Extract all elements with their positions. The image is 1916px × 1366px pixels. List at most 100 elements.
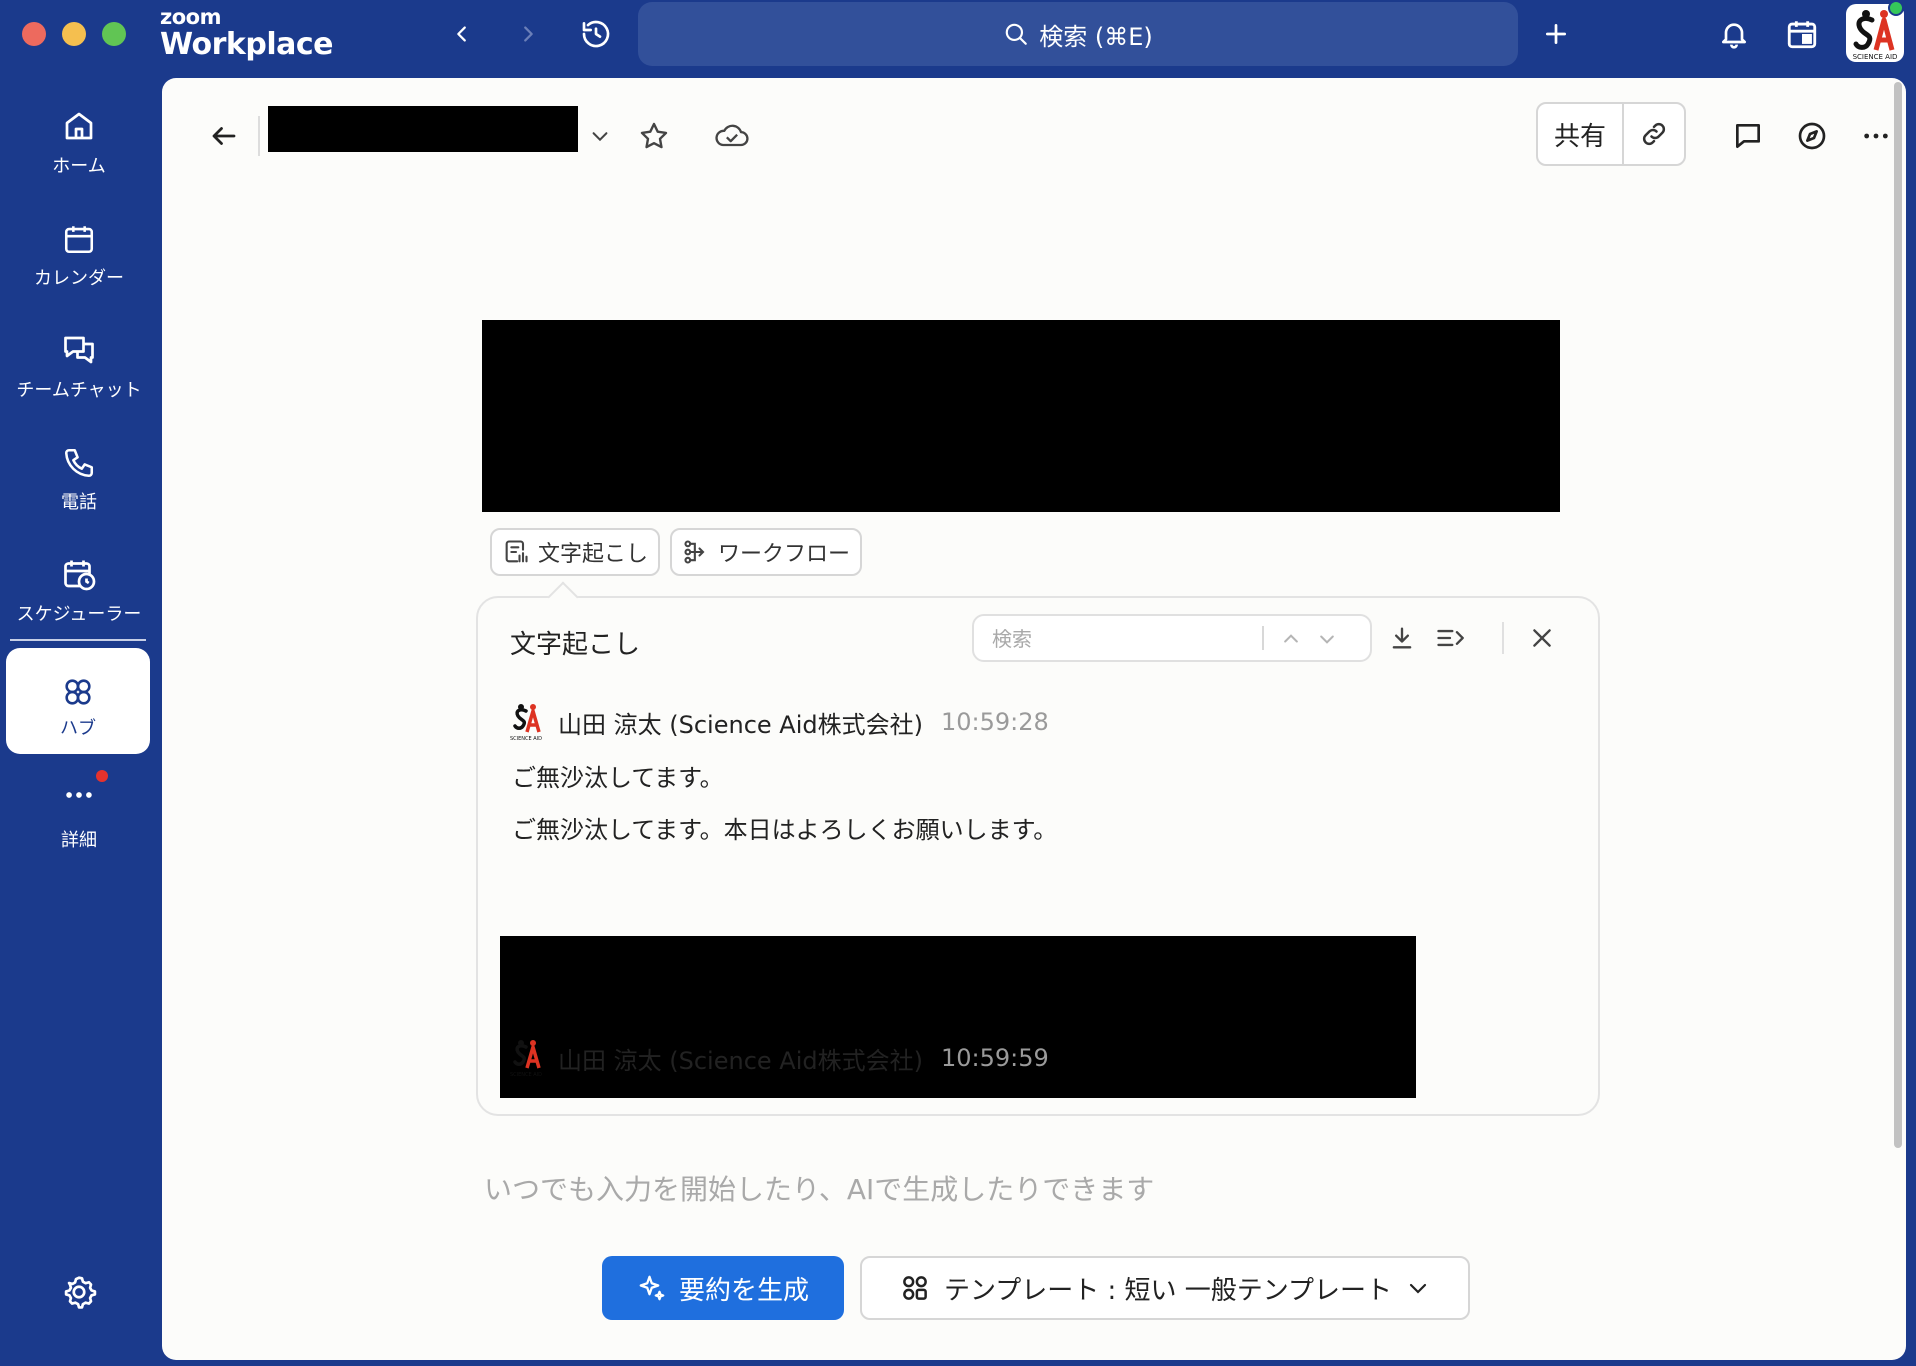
title-dropdown-button[interactable]	[582, 116, 618, 156]
chevron-down-icon	[592, 132, 608, 142]
generate-summary-button[interactable]: 要約を生成	[602, 1256, 844, 1320]
history-button[interactable]	[574, 14, 618, 54]
transcript-search-input[interactable]	[992, 624, 1252, 654]
chevron-up-icon	[1284, 634, 1298, 643]
search-icon	[1005, 23, 1028, 45]
calendar-top-button[interactable]	[1780, 12, 1824, 56]
explore-button[interactable]	[1788, 112, 1836, 160]
compass-icon	[1798, 122, 1826, 150]
speaker-name: 山田 涼太 (Science Aid株式会社)	[558, 710, 923, 739]
notifications-button[interactable]	[1712, 12, 1756, 56]
svg-text:SCIENCE AID: SCIENCE AID	[510, 1072, 542, 1078]
notes-panel: 共有 文字起こし ワークフロー 文字起こし 検索 SCIENCE AID 山田 …	[162, 78, 1906, 1360]
search-divider	[1262, 626, 1264, 650]
history-icon	[582, 20, 610, 48]
workflow-tab-label: ワークフロー	[718, 542, 851, 567]
previous-match-button[interactable]	[1274, 622, 1308, 656]
forward-nav-button[interactable]	[506, 14, 550, 54]
transcript-panel: 文字起こし SCIENCE A	[476, 596, 1600, 1116]
comment-icon	[1736, 124, 1760, 148]
more-horizontal-icon	[1864, 133, 1888, 139]
transcript-tab-label: 文字起こし	[538, 542, 649, 567]
template-select[interactable]: テンプレート : 短い 一般テンプレート	[860, 1256, 1470, 1320]
transcript-line: ご無沙汰してます。	[512, 764, 724, 792]
comments-button[interactable]	[1724, 112, 1772, 160]
close-icon	[1533, 629, 1551, 647]
notification-badge	[96, 770, 108, 782]
sidebar-item-scheduler[interactable]: スケジューラー	[0, 546, 158, 626]
speaker-avatar: SCIENCE AID	[510, 704, 542, 742]
new-button[interactable]	[1534, 12, 1578, 56]
global-search-bar[interactable]: 検索 (⌘E)	[638, 2, 1518, 66]
calendar-icon	[64, 226, 94, 254]
star-icon	[640, 122, 668, 149]
cloud-sync-status[interactable]	[708, 114, 756, 158]
more-options-button[interactable]	[1852, 112, 1900, 160]
chat-icon	[64, 336, 94, 364]
open-in-side-panel-button[interactable]	[1428, 614, 1472, 662]
editor-placeholder[interactable]: いつでも入力を開始したり、AIで生成したりできます	[484, 1168, 1154, 1208]
cloud-check-icon	[715, 124, 749, 147]
zoom-window-button[interactable]	[102, 22, 126, 46]
sidebar-item-more[interactable]: 詳細	[0, 772, 158, 852]
toolbar-divider	[1502, 622, 1504, 654]
workflow-tab[interactable]: ワークフロー	[670, 528, 863, 576]
redacted-meeting-banner	[482, 320, 1560, 512]
sidebar-item-team-chat[interactable]: チームチャット	[0, 322, 158, 402]
favorite-button[interactable]	[632, 114, 676, 158]
sparkle-icon	[639, 1275, 665, 1301]
transcript-icon	[505, 540, 528, 563]
calendar-icon	[1787, 21, 1817, 49]
entry-timestamp: 10:59:59	[940, 1044, 1049, 1072]
back-nav-button[interactable]	[440, 14, 484, 54]
sidebar-item-phone[interactable]: 電話	[0, 434, 158, 514]
sidebar-item-label: 電話	[61, 492, 97, 513]
sidebar-divider	[10, 639, 146, 641]
chevron-down-icon	[1409, 1283, 1427, 1294]
brand-small: zoom	[160, 5, 221, 29]
bell-icon	[1722, 23, 1746, 49]
speaker-avatar: SCIENCE AID	[510, 1040, 542, 1078]
chevron-left-icon	[457, 26, 466, 42]
list-expand-icon	[1437, 629, 1464, 647]
copy-link-button[interactable]	[1624, 104, 1684, 164]
speaker-name: 山田 涼太 (Science Aid株式会社)	[558, 1046, 923, 1075]
transcript-tab[interactable]: 文字起こし	[490, 528, 661, 576]
online-status-indicator	[1888, 0, 1904, 16]
sidebar-item-calendar[interactable]: カレンダー	[0, 210, 158, 290]
svg-text:SCIENCE AID: SCIENCE AID	[510, 736, 542, 742]
redacted-document-title	[268, 106, 578, 152]
back-button[interactable]	[202, 114, 246, 158]
more-icon	[66, 792, 92, 798]
next-match-button[interactable]	[1310, 622, 1344, 656]
hub-icon	[65, 679, 91, 705]
download-transcript-button[interactable]	[1380, 614, 1424, 662]
sidebar-item-home[interactable]: ホーム	[0, 98, 158, 178]
minimize-window-button[interactable]	[62, 22, 86, 46]
phone-icon	[64, 448, 94, 478]
sidebar-item-label: ハブ	[60, 718, 96, 739]
plus-icon	[1545, 23, 1567, 45]
download-icon	[1392, 627, 1412, 649]
transcript-line: ご無沙汰してます。本日はよろしくお願いします。	[512, 816, 1058, 844]
link-icon	[1642, 122, 1666, 146]
transcript-search	[972, 614, 1372, 662]
share-controls: 共有	[1536, 102, 1686, 166]
close-window-button[interactable]	[22, 22, 46, 46]
workflow-icon	[684, 540, 705, 564]
sidebar-item-hub[interactable]: ハブ	[6, 648, 150, 754]
template-select-label: テンプレート : 短い 一般テンプレート	[944, 1275, 1392, 1306]
settings-button[interactable]	[0, 1270, 158, 1322]
sidebar-item-label: カレンダー	[34, 268, 124, 289]
transcript-entry-header: SCIENCE AID 山田 涼太 (Science Aid株式会社) 10:5…	[508, 1036, 1049, 1080]
gear-icon	[64, 1276, 97, 1309]
chevron-right-icon	[524, 26, 533, 42]
close-transcript-button[interactable]	[1520, 614, 1564, 662]
share-button[interactable]: 共有	[1538, 104, 1624, 164]
header-divider	[258, 116, 260, 156]
sidebar-item-label: チームチャット	[16, 380, 142, 401]
chevron-down-icon	[1320, 635, 1334, 644]
scrollbar[interactable]	[1894, 82, 1902, 1148]
generate-summary-label: 要約を生成	[678, 1275, 809, 1306]
template-grid-icon	[903, 1276, 927, 1300]
